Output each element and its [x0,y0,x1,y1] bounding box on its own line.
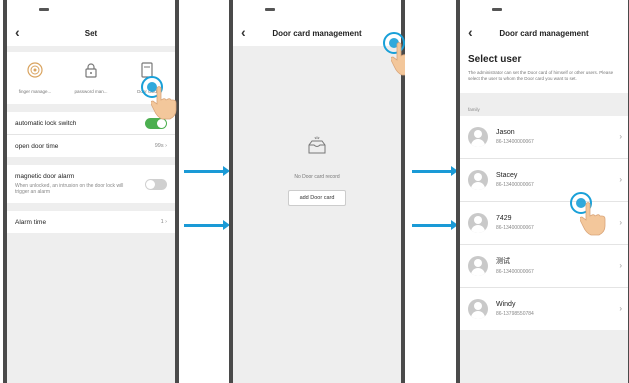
page-title: Door card management [499,28,589,38]
tap-hand-indicator [141,70,179,120]
add-door-card-button[interactable]: add Door card [288,190,346,206]
avatar [468,169,488,190]
flow-arrow [412,220,458,230]
user-list-item[interactable]: Windy 86-13798550784 › [460,287,628,330]
settings-screen: ‹ Set finger manage... password man... D… [7,0,177,383]
alarm-time-label: Alarm time [15,218,47,226]
phone-door-card-empty-screen: ‹ Door card management No Door card reco… [229,0,405,383]
user-list-item[interactable]: Jason 86-13400000067 › [460,115,628,158]
group-label: family [468,106,480,112]
fingerprint-management-button[interactable]: finger manage... [9,62,61,94]
chevron-right-icon: › [619,303,622,313]
lock-icon [85,63,97,78]
user-name: 7429 [496,214,512,222]
fingerprint-icon [27,62,43,78]
alarm-time-row[interactable]: Alarm time 1 › [7,211,175,233]
chevron-right-icon: › [619,217,622,227]
open-door-time-row[interactable]: open door time 99s › [7,135,175,157]
nav-bar: ‹ Door card management [460,20,628,46]
status-indicator [265,8,275,11]
auto-lock-row: automatic lock switch [7,112,175,134]
phone-settings-screen: ‹ Set finger manage... password man... D… [3,0,179,383]
chevron-right-icon: › [619,131,622,141]
hand-pointer-icon [391,42,405,76]
phone-select-user-screen: ‹ Door card management Select user The a… [456,0,629,383]
status-bar [7,0,175,20]
page-title: Set [84,28,98,38]
auto-lock-label: automatic lock switch [15,119,77,127]
nav-bar: ‹ Set [7,20,175,46]
user-name: Windy [496,300,516,308]
user-name: 测试 [496,258,510,266]
user-phone: 86-13400000067 [496,181,534,188]
status-indicator [39,8,49,11]
chevron-right-icon: › [619,174,622,184]
back-icon[interactable]: ‹ [241,24,246,40]
open-door-time-label: open door time [15,142,59,150]
magnetic-alarm-label: magnetic door alarm [15,172,75,180]
avatar [468,212,488,233]
user-phone: 86-13400000067 [496,138,534,145]
alarm-time-value: 1 [160,219,164,225]
user-name: Stacey [496,171,518,179]
open-door-time-value: 99s [154,143,164,149]
user-list-item[interactable]: 测试 86-13400000067 › [460,244,628,287]
status-bar [233,0,401,20]
avatar [468,298,488,319]
select-user-header: Select user The administrator can set th… [460,46,628,93]
back-icon[interactable]: ‹ [468,24,473,40]
chevron-right-icon: › [619,260,622,270]
user-phone: 86-13400000067 [496,269,534,276]
status-bar [460,0,628,20]
magnetic-alarm-toggle[interactable] [145,178,167,190]
password-management-button[interactable]: password man... [65,62,117,94]
chevron-right-icon: › [165,143,167,149]
tap-hand-indicator [383,26,405,76]
avatar [468,255,488,276]
status-indicator [492,8,502,11]
magnetic-alarm-description: When unlocked, an intrusion on the door … [15,182,124,196]
empty-state-text: No Door card record [294,174,340,180]
user-phone: 86-13400000067 [496,224,534,231]
hand-pointer-icon [580,202,606,236]
magnetic-alarm-row: magnetic door alarm When unlocked, an in… [7,165,175,203]
select-user-heading: Select user [468,54,522,65]
page-title: Door card management [272,28,362,38]
nav-bar: ‹ Door card management [233,20,401,46]
fingerprint-label: finger manage... [18,89,52,94]
select-user-screen: ‹ Door card management Select user The a… [460,0,628,383]
flow-arrow [184,220,230,230]
user-phone: 86-13798550784 [496,310,534,317]
door-card-empty-screen: ‹ Door card management No Door card reco… [233,0,405,383]
select-user-description: The administrator can set the Door card … [468,70,614,82]
tap-hand-indicator [570,186,610,236]
chevron-right-icon: › [165,219,167,225]
avatar [468,126,488,147]
empty-state-area [233,46,401,383]
flow-arrow [184,166,230,176]
password-label: password man... [74,89,108,94]
empty-box-icon [308,136,326,154]
back-icon[interactable]: ‹ [15,24,20,40]
hand-pointer-icon [151,86,177,120]
user-name: Jason [496,128,515,136]
flow-arrow [412,166,458,176]
